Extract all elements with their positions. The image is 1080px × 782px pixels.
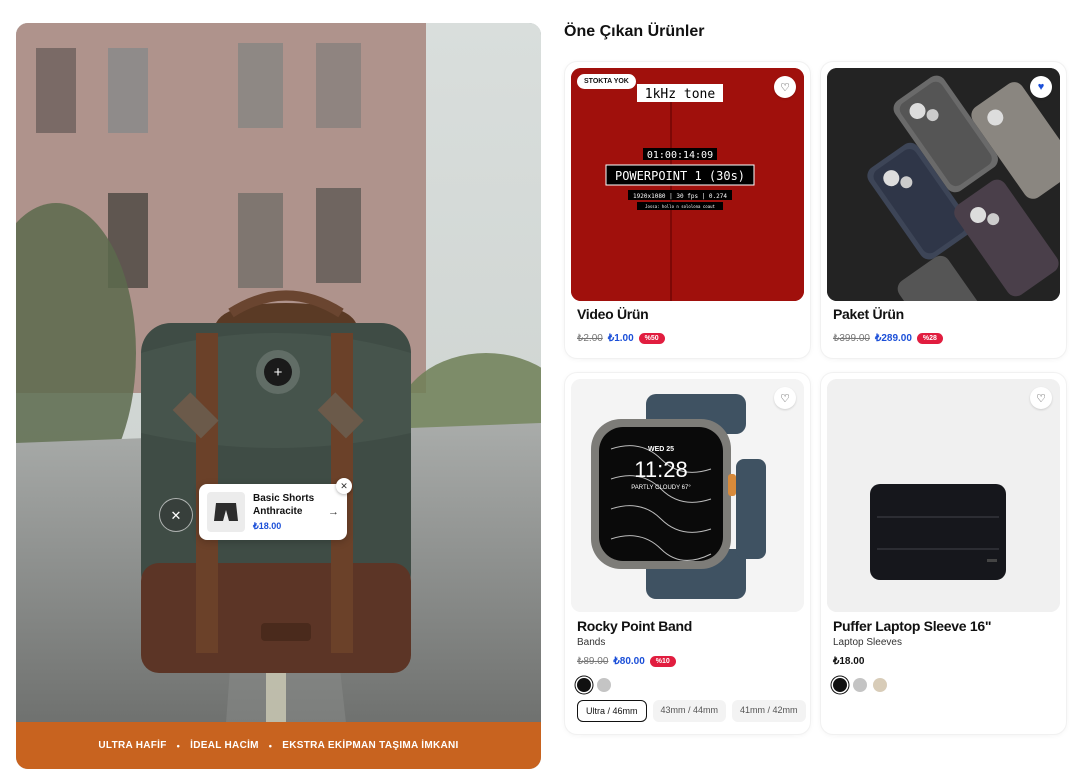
out-of-stock-badge: STOKTA YOK	[577, 74, 636, 89]
hotspot-plus-button[interactable]: +	[264, 358, 292, 386]
swatch-gray[interactable]	[597, 678, 611, 692]
price-row: ₺399.00 ₺289.00 %28	[833, 333, 943, 344]
swatch-gray[interactable]	[853, 678, 867, 692]
sale-price: ₺1.00	[607, 333, 634, 344]
favorite-heart-icon[interactable]: ♡	[774, 387, 796, 409]
tone-text: 1kHz tone	[645, 87, 716, 102]
hotspot-product-popup[interactable]: Basic Shorts Anthracite ₺18.00 → ✕	[199, 478, 352, 540]
section-title: Öne Çıkan Ürünler	[564, 23, 705, 40]
product-card-puffer-laptop-sleeve[interactable]: ♡ Puffer Laptop Sleeve 16" Laptop Sleeve…	[821, 373, 1066, 734]
discount-badge: %28	[916, 333, 943, 344]
product-category: Bands	[577, 637, 606, 648]
page: + ✕ Basic Shorts Anthracite ₺18.00 → ✕ U…	[0, 0, 1080, 782]
separator-dot: •	[176, 740, 181, 751]
discount-badge: %10	[649, 656, 676, 667]
product-image[interactable]: WED 25 11:28 PARTLY CLOUDY 67° ♡	[571, 379, 804, 612]
product-card-video[interactable]: 1kHz tone 01:00:14:09 POWERPOINT 1 (30s)…	[565, 62, 810, 358]
feature-bar: ULTRA HAFİF • İDEAL HACİM • EKSTRA EKİPM…	[16, 722, 541, 769]
hero-banner: + ✕ Basic Shorts Anthracite ₺18.00 → ✕ U…	[16, 23, 541, 769]
feature-ultra-light: ULTRA HAFİF	[98, 740, 167, 751]
video-meta-text: 1920x1080 | 30 fps | 0.274	[633, 193, 727, 200]
shorts-thumbnail	[207, 492, 245, 532]
video-small-text: Jossa: hollo n sololona coaut	[645, 204, 715, 209]
price-row: ₺2.00 ₺1.00 %50	[577, 333, 665, 344]
product-image[interactable]: ♥	[827, 68, 1060, 301]
size-option[interactable]: Ultra / 46mm	[577, 700, 647, 722]
watch-day: WED 25	[648, 446, 674, 453]
old-price: ₺89.00	[577, 656, 609, 667]
popup-product-name-line2: Anthracite	[253, 506, 303, 517]
arrow-right-icon[interactable]: →	[328, 506, 339, 518]
separator-dot: •	[268, 740, 273, 751]
product-title[interactable]: Rocky Point Band	[577, 618, 692, 634]
favorite-heart-icon[interactable]: ♡	[774, 76, 796, 98]
powerpoint-label-text: POWERPOINT 1 (30s)	[615, 169, 745, 183]
popup-info: Basic Shorts Anthracite ₺18.00	[253, 492, 324, 532]
swatch-black[interactable]	[833, 678, 847, 692]
watch-weather: PARTLY CLOUDY 67°	[631, 485, 691, 491]
popup-product-price: ₺18.00	[253, 521, 282, 531]
price-row: ₺18.00	[833, 656, 864, 667]
favorite-heart-icon[interactable]: ♡	[1030, 387, 1052, 409]
swatch-beige[interactable]	[873, 678, 887, 692]
size-options: Ultra / 46mm 43mm / 44mm 41mm / 42mm	[577, 700, 806, 722]
popup-product-name-line1: Basic Shorts	[253, 493, 315, 504]
size-option[interactable]: 43mm / 44mm	[652, 700, 727, 722]
old-price: ₺2.00	[577, 333, 603, 344]
watch-time: 11:28	[634, 457, 687, 482]
price: ₺18.00	[833, 656, 865, 667]
product-title[interactable]: Video Ürün	[577, 306, 649, 322]
size-option[interactable]: 41mm / 42mm	[732, 700, 806, 722]
product-title[interactable]: Paket Ürün	[833, 306, 904, 322]
product-title[interactable]: Puffer Laptop Sleeve 16"	[833, 618, 991, 634]
hotspot-close-button[interactable]: ✕	[159, 498, 193, 532]
product-card-rocky-point-band[interactable]: WED 25 11:28 PARTLY CLOUDY 67° ♡ Rocky P…	[565, 373, 810, 734]
product-image[interactable]: 1kHz tone 01:00:14:09 POWERPOINT 1 (30s)…	[571, 68, 804, 301]
popup-close-icon[interactable]: ✕	[336, 478, 352, 494]
sale-price: ₺289.00	[874, 333, 912, 344]
sale-price: ₺80.00	[613, 656, 645, 667]
old-price: ₺399.00	[833, 333, 870, 344]
price-row: ₺89.00 ₺80.00 %10	[577, 656, 676, 667]
feature-ideal-volume: İDEAL HACİM	[190, 740, 259, 751]
feature-extra-equipment: EKSTRA EKİPMAN TAŞIMA İMKANI	[282, 740, 459, 751]
color-swatches	[577, 678, 611, 692]
favorite-heart-icon[interactable]: ♥	[1030, 76, 1052, 98]
discount-badge: %50	[638, 333, 665, 344]
swatch-black[interactable]	[577, 678, 591, 692]
color-swatches	[833, 678, 887, 692]
product-card-package[interactable]: ♥ Paket Ürün ₺399.00 ₺289.00 %28	[821, 62, 1066, 358]
product-category: Laptop Sleeves	[833, 637, 902, 648]
product-image[interactable]: ♡	[827, 379, 1060, 612]
timecode-text: 01:00:14:09	[647, 150, 713, 161]
